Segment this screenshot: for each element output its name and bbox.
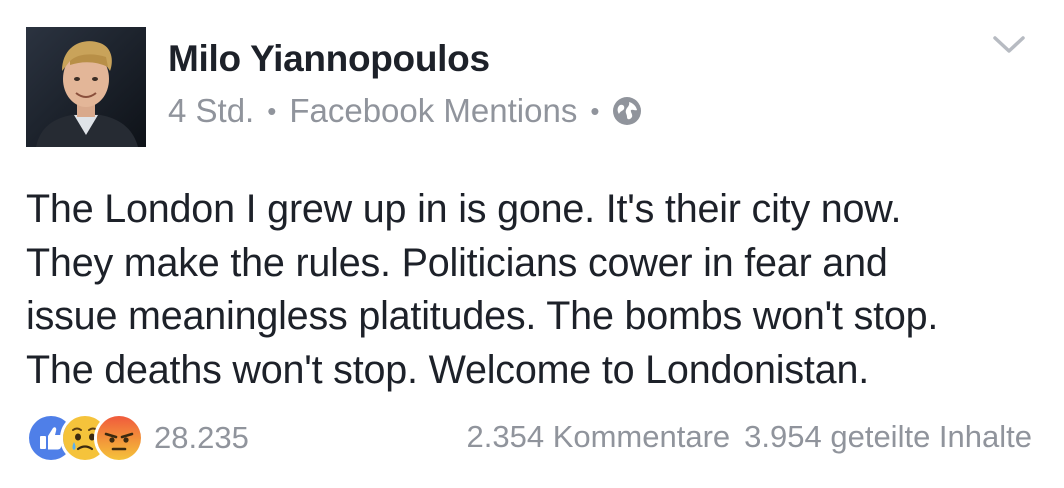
post-card: Milo Yiannopoulos 4 Std. • Facebook Ment… [0,0,1064,488]
author-name-link[interactable]: Milo Yiannopoulos [168,38,490,80]
post-text-line: issue meaningless platitudes. The bombs … [26,294,939,338]
shares-count-link[interactable]: 3.954 geteilte Inhalte [744,419,1032,455]
globe-icon[interactable] [612,96,642,126]
author-avatar[interactable] [26,27,146,147]
post-text-line: The deaths won't stop. Welcome to London… [26,347,869,392]
post-text-line: They make the rules. Politicians cower i… [26,240,888,285]
post-text-line: The London I grew up in is gone. It's th… [26,187,902,231]
post-meta: 4 Std. • Facebook Mentions • [168,92,642,130]
post-body: The London I grew up in is gone. It's th… [26,183,1046,397]
meta-separator: • [267,95,277,126]
comments-count-link[interactable]: 2.354 Kommentare [467,419,731,455]
post-timestamp[interactable]: 4 Std. [168,92,254,130]
reaction-count[interactable]: 28.235 [154,420,249,456]
meta-separator: • [590,95,600,126]
chevron-down-icon[interactable] [992,34,1026,56]
post-source[interactable]: Facebook Mentions [289,92,577,130]
angry-icon [94,413,144,463]
engagement-stats: 2.354 Kommentare 3.954 geteilte Inhalte [467,419,1033,455]
reactions-summary[interactable]: 28.235 [26,413,249,463]
